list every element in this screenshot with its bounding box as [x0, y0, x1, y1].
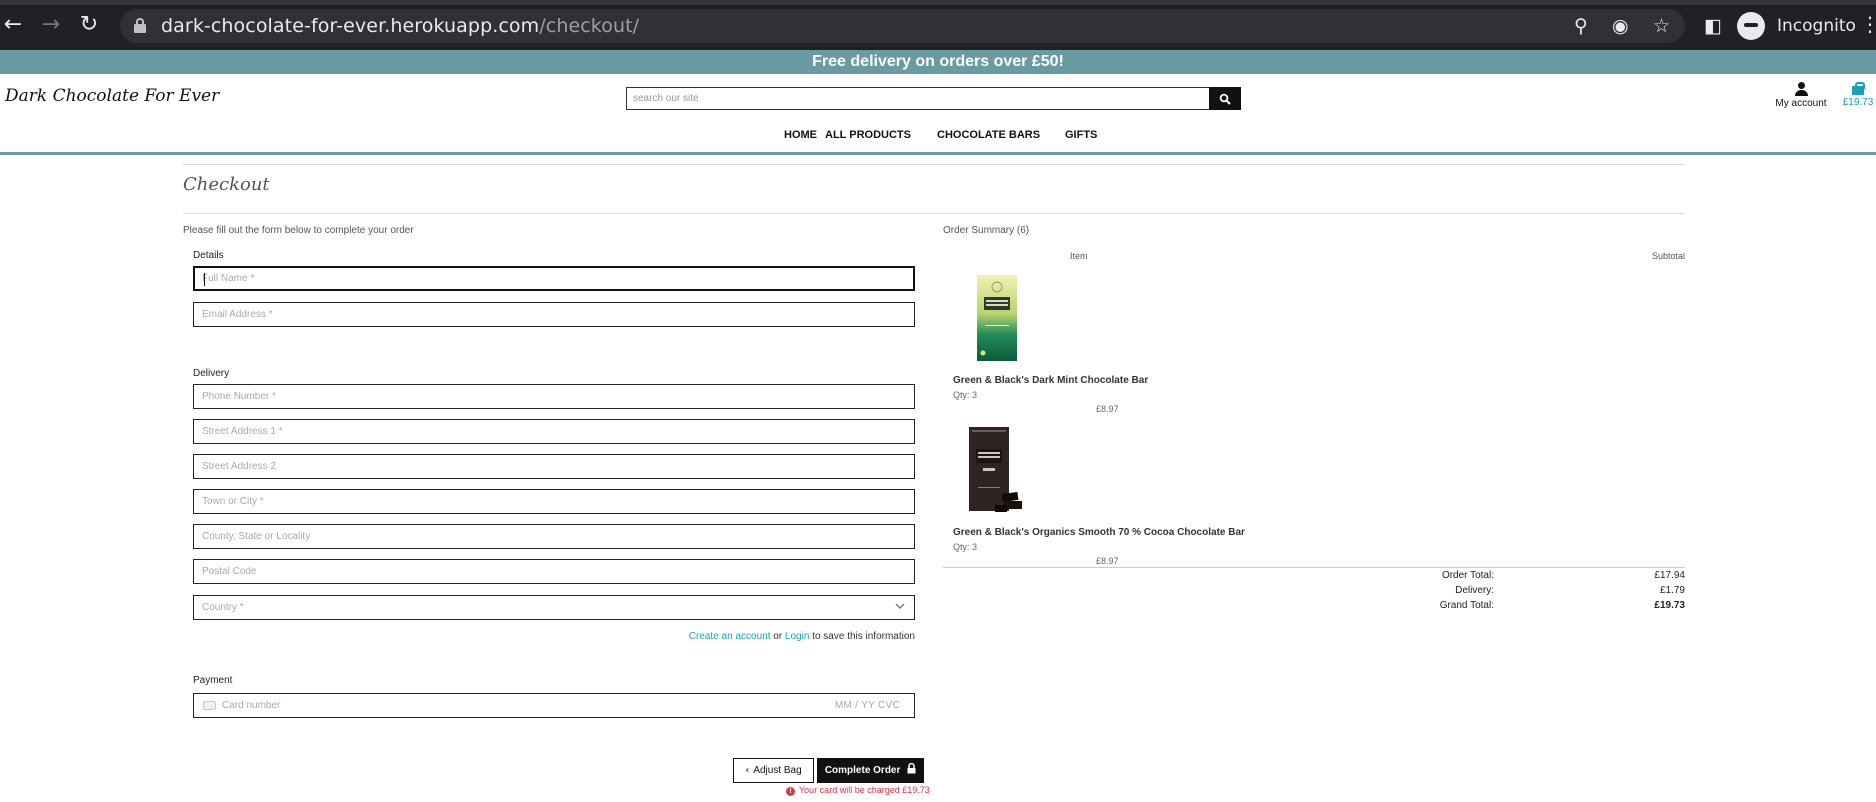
- reload-icon[interactable]: ↻: [76, 12, 102, 38]
- shopping-bag-icon: [1852, 82, 1865, 95]
- forward-icon[interactable]: →: [38, 12, 64, 38]
- product-name: Green & Black's Dark Mint Chocolate Bar: [953, 375, 1149, 386]
- grand-total-value: £19.73: [1654, 600, 1685, 611]
- checkout-intro: Please fill out the form below to comple…: [183, 225, 414, 236]
- complete-order-button[interactable]: Complete Order: [817, 758, 924, 783]
- order-total-label: Order Total:: [1441, 570, 1494, 581]
- postcode-field[interactable]: Postal Code: [193, 559, 915, 584]
- nav-all-products[interactable]: ALL PRODUCTS: [825, 129, 911, 141]
- street-address-2-field[interactable]: Street Address 2: [193, 454, 915, 479]
- my-account-label: My account: [1775, 98, 1827, 109]
- profile-label: Incognito: [1777, 16, 1856, 36]
- lock-icon: [907, 762, 916, 774]
- bag-total: £19.73: [1842, 97, 1874, 108]
- product-image-dark-mint[interactable]: [975, 273, 1019, 363]
- create-account-link[interactable]: Create an account: [689, 631, 771, 642]
- delivery-banner: Free delivery on orders over £50!: [0, 50, 1876, 74]
- card-number-placeholder: Card number: [222, 700, 281, 711]
- lock-icon[interactable]: [134, 18, 146, 33]
- phone-field[interactable]: Phone Number *: [193, 384, 915, 409]
- email-field[interactable]: Email Address *: [193, 302, 915, 327]
- country-select[interactable]: Country *: [193, 595, 915, 620]
- card-element[interactable]: Card number MM / YY CVC: [193, 693, 915, 718]
- product-qty: Qty: 3: [953, 542, 978, 552]
- totals-divider: [943, 567, 1685, 568]
- county-field[interactable]: County, State or Locality: [193, 524, 915, 549]
- complete-order-label: Complete Order: [824, 765, 901, 776]
- card-expiry-cvc-placeholder: MM / YY CVC: [834, 700, 900, 711]
- url-path: /checkout/: [539, 15, 640, 37]
- payment-label: Payment: [193, 675, 233, 686]
- full-name-placeholder: Full Name *: [202, 273, 255, 284]
- url-host: dark-chocolate-for-ever.herokuapp.com: [161, 15, 540, 37]
- street-address-1-field[interactable]: Street Address 1 *: [193, 419, 915, 444]
- product-name: Green & Black's Organics Smooth 70 % Coc…: [953, 527, 1245, 538]
- column-header-subtotal: Subtotal: [1651, 251, 1685, 261]
- product-image-smooth-70[interactable]: [966, 425, 1028, 515]
- adjust-bag-button[interactable]: ‹ Adjust Bag: [733, 758, 814, 783]
- full-name-field[interactable]: Full Name *: [193, 266, 915, 291]
- column-header-item: Item: [1070, 251, 1088, 261]
- nav-home[interactable]: HOME: [784, 129, 817, 141]
- delivery-label-summary: Delivery:: [1455, 585, 1494, 596]
- title-divider-bottom: [183, 213, 1685, 214]
- user-icon: [1794, 82, 1808, 96]
- my-account-link[interactable]: My account: [1773, 82, 1829, 109]
- back-icon[interactable]: ←: [0, 12, 26, 38]
- alert-icon: !: [786, 787, 795, 796]
- sidepanel-icon[interactable]: ◧: [1704, 15, 1722, 37]
- credit-card-icon: [203, 701, 216, 710]
- url-text[interactable]: dark-chocolate-for-ever.herokuapp.com/ch…: [161, 15, 639, 37]
- eye-off-icon[interactable]: ◉: [1612, 15, 1629, 37]
- chevron-left-icon: ‹: [745, 765, 750, 776]
- order-summary-title: Order Summary (6): [943, 225, 1030, 236]
- site-logo[interactable]: Dark Chocolate For Ever: [5, 86, 219, 106]
- delivery-value: £1.79: [1659, 585, 1685, 596]
- text-cursor: [204, 273, 205, 286]
- kebab-menu-icon[interactable]: ⋮: [1860, 12, 1876, 36]
- save-info-suffix: to save this information: [809, 631, 915, 642]
- delivery-label: Delivery: [193, 368, 230, 379]
- search-button[interactable]: [1209, 87, 1241, 110]
- adjust-bag-label: Adjust Bag: [753, 765, 802, 776]
- tab-strip: [0, 0, 1876, 5]
- search-icon: [1219, 93, 1231, 105]
- browser-toolbar: ← → ↻ dark-chocolate-for-ever.herokuapp.…: [0, 0, 1876, 50]
- save-info-or: or: [770, 631, 785, 642]
- shopping-bag-link[interactable]: £19.73: [1839, 82, 1876, 108]
- charge-notice: ! Your card will be charged £19.73: [786, 785, 930, 796]
- details-label: Details: [193, 250, 224, 261]
- chevron-down-icon: [895, 603, 905, 609]
- product-qty: Qty: 3: [953, 390, 978, 400]
- search-input[interactable]: search our site: [626, 87, 1210, 110]
- nav-gifts[interactable]: GIFTS: [1065, 129, 1097, 141]
- nav-chocolate-bars[interactable]: CHOCOLATE BARS: [937, 129, 1040, 141]
- zoom-icon[interactable]: ⚲: [1574, 15, 1588, 37]
- page-title: Checkout: [183, 174, 270, 195]
- charge-notice-text: Your card will be charged £19.73: [799, 785, 930, 795]
- title-divider-top: [183, 164, 1685, 165]
- incognito-icon: [1737, 12, 1765, 40]
- grand-total-label: Grand Total:: [1439, 600, 1494, 611]
- product-price: £8.97: [1096, 556, 1119, 566]
- product-price: £8.97: [1096, 404, 1119, 414]
- order-total-value: £17.94: [1654, 570, 1685, 581]
- town-field[interactable]: Town or City *: [193, 489, 915, 514]
- login-link[interactable]: Login: [785, 631, 809, 642]
- header-divider: [0, 152, 1876, 155]
- country-placeholder: Country *: [202, 602, 244, 613]
- star-icon[interactable]: ☆: [1653, 15, 1670, 37]
- save-info-text: Create an account or Login to save this …: [600, 631, 915, 642]
